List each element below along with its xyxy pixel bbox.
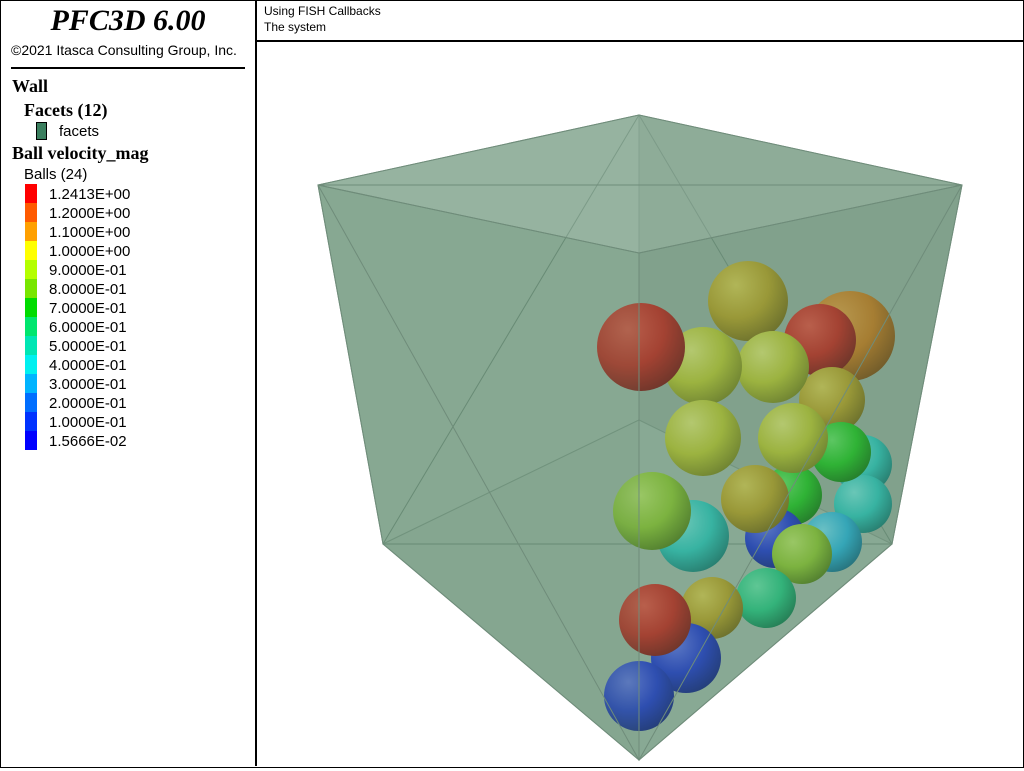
colorbar-segment — [25, 298, 37, 317]
legend-divider — [11, 67, 245, 69]
facets-label: facets — [59, 123, 100, 140]
colorbar-label: 1.0000E+00 — [49, 243, 131, 260]
colorbar-label: 1.2413E+00 — [49, 186, 131, 203]
colorbar-label: 8.0000E-01 — [49, 281, 127, 298]
colorbar-label: 7.0000E-01 — [49, 300, 127, 317]
velocity-colorbar — [25, 184, 37, 450]
colorbar-label: 2.0000E-01 — [49, 395, 127, 412]
colorbar-label: 5.0000E-01 — [49, 338, 127, 355]
colorbar-label: 1.2000E+00 — [49, 205, 131, 222]
colorbar-label: 1.0000E-01 — [49, 414, 127, 431]
colorbar-segment — [25, 184, 37, 203]
colorbar-label: 4.0000E-01 — [49, 357, 127, 374]
colorbar-segment — [25, 260, 37, 279]
facets-color-swatch — [36, 122, 47, 140]
colorbar-label: 1.5666E-02 — [49, 433, 127, 450]
scene-canvas[interactable] — [257, 42, 1023, 766]
colorbar-label: 1.1000E+00 — [49, 224, 131, 241]
app-title: PFC3D 6.00 — [50, 4, 206, 37]
copyright-text: ©2021 Itasca Consulting Group, Inc. — [11, 42, 237, 58]
plot-subtitle: The system — [264, 20, 327, 34]
plot-title: Using FISH Callbacks — [264, 4, 381, 18]
colorbar-segment — [25, 317, 37, 336]
velocity-scale-labels: 1.2413E+00 1.2000E+00 1.1000E+00 1.0000E+00… — [49, 185, 130, 451]
colorbar-segment — [25, 374, 37, 393]
colorbar-label: 9.0000E-01 — [49, 262, 127, 279]
facets-header: Facets (12) — [24, 100, 108, 120]
wall-header: Wall — [12, 76, 49, 96]
colorbar-segment — [25, 336, 37, 355]
colorbar-segment — [25, 279, 37, 298]
ball-velocity-header: Ball velocity_mag — [12, 143, 149, 163]
colorbar-segment — [25, 412, 37, 431]
colorbar-label: 6.0000E-01 — [49, 319, 127, 336]
colorbar-segment — [25, 222, 37, 241]
colorbar-segment — [25, 431, 37, 450]
3d-viewport[interactable] — [257, 42, 1023, 766]
colorbar-label: 3.0000E-01 — [49, 376, 127, 393]
colorbar-segment — [25, 203, 37, 222]
balls-label: Balls (24) — [24, 166, 88, 183]
colorbar-segment — [25, 241, 37, 260]
colorbar-segment — [25, 355, 37, 374]
colorbar-segment — [25, 393, 37, 412]
plot-header: Using FISH Callbacks The system — [257, 1, 1023, 42]
legend-panel: PFC3D 6.00 ©2021 Itasca Consulting Group… — [1, 1, 257, 766]
